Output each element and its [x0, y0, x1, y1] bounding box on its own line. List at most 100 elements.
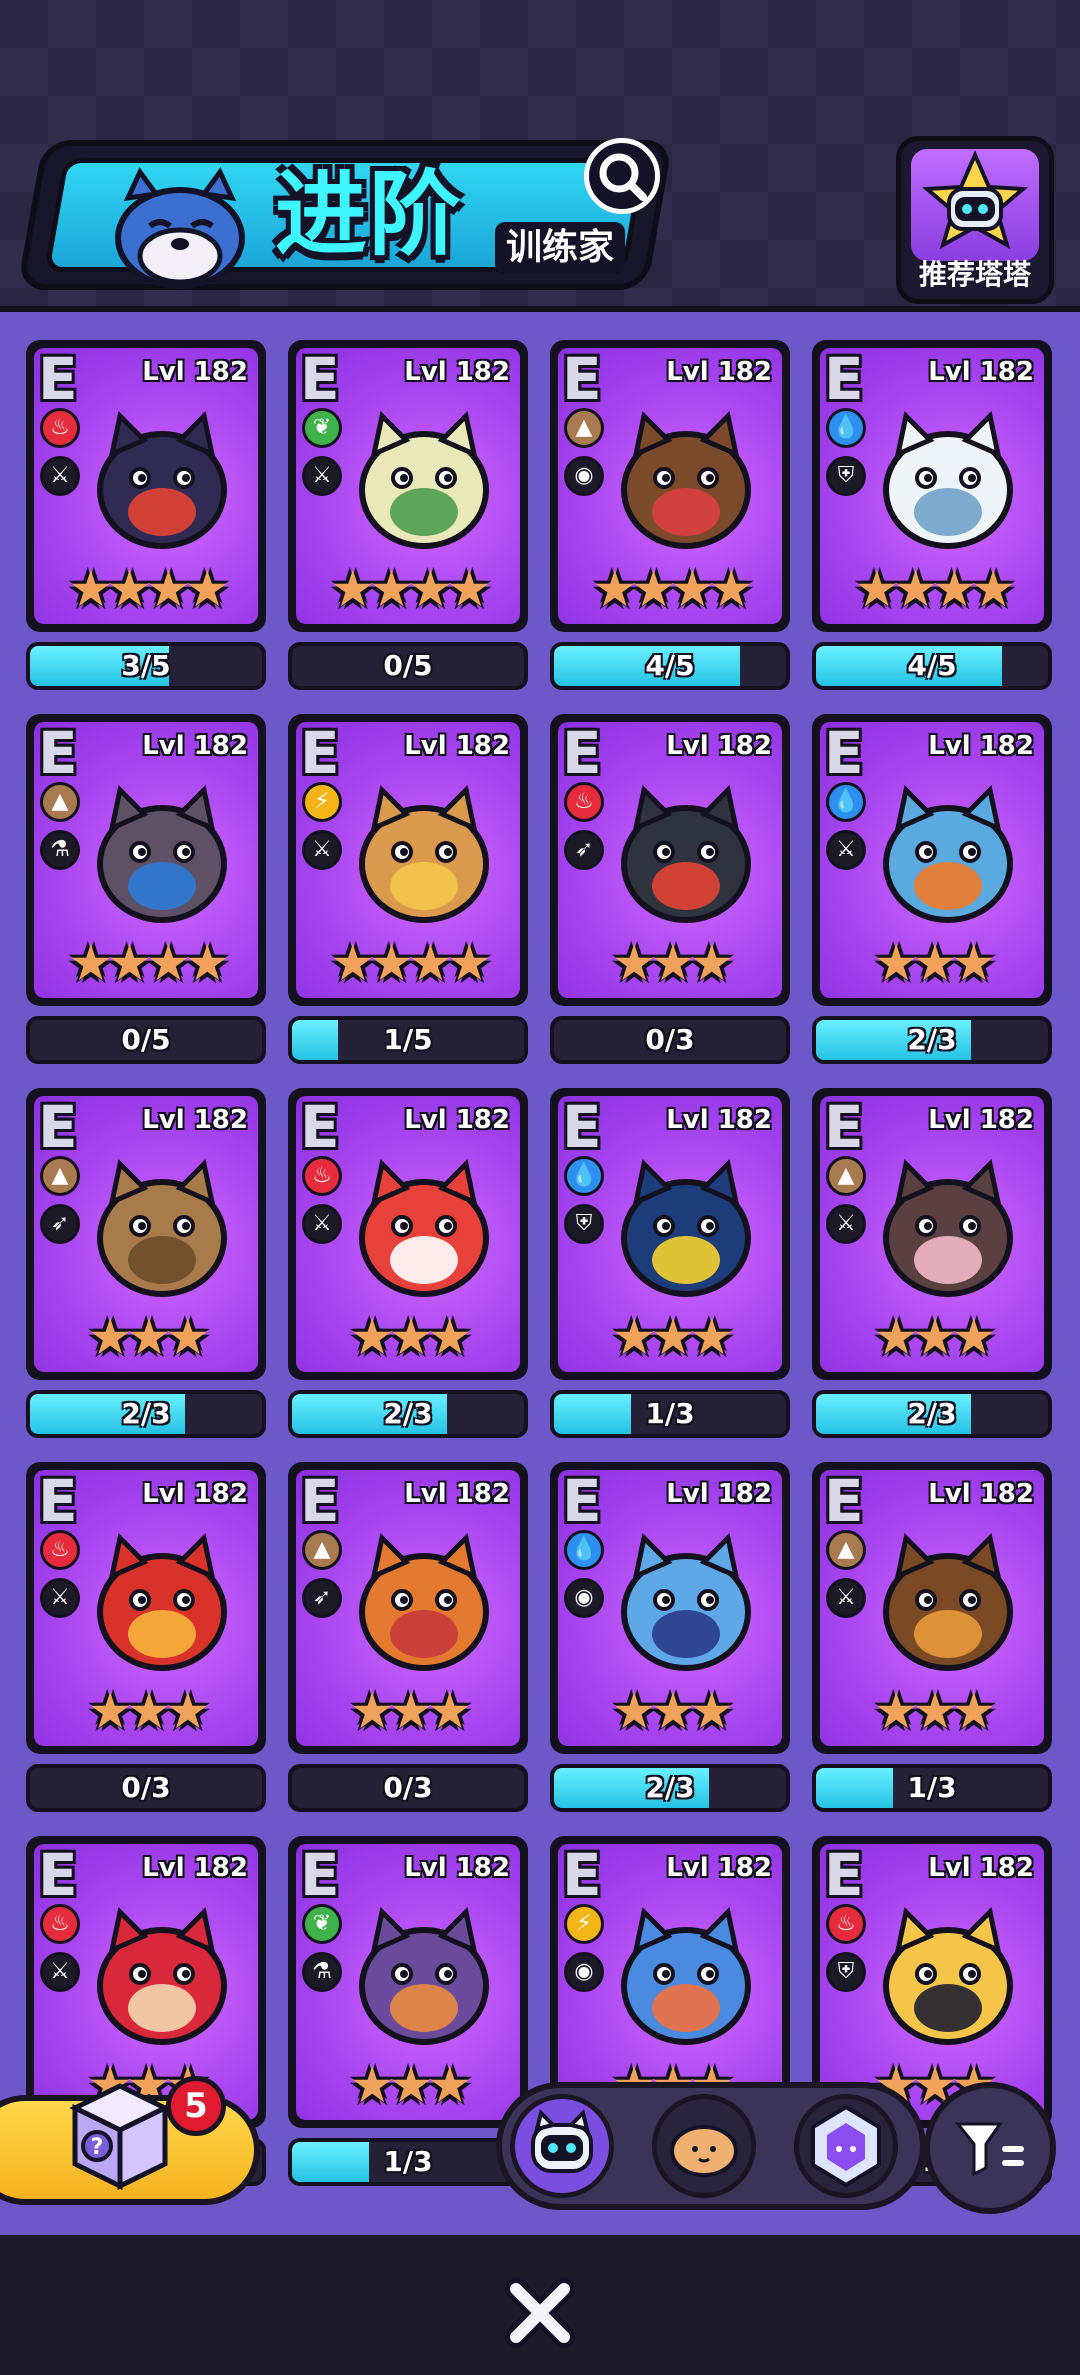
card-frame: E Lvl 182 💧 ⛨ ★★★★ [812, 340, 1052, 632]
creature-card[interactable]: E Lvl 182 💧 ⛨ ★★★★ 4/5 [812, 340, 1052, 690]
card-frame: E Lvl 182 ♨ ⚔ ★★★ [26, 1462, 266, 1754]
creature-card[interactable]: E Lvl 182 ▲ ◉ ★★★★ 4/5 [550, 340, 790, 690]
creature-card[interactable]: E Lvl 182 ❦ ⚔ ★★★★ 0/5 [288, 340, 528, 690]
electric-element-icon: ⚡ [302, 782, 342, 822]
nature-element-icon: ❦ [302, 1904, 342, 1944]
earth-element-icon: ▲ [826, 1156, 866, 1196]
shard-progress-bar: 0/5 [288, 642, 528, 690]
level-label: Lvl 182 [666, 731, 772, 761]
level-label: Lvl 182 [666, 1479, 772, 1509]
shard-progress-bar: 1/3 [288, 2138, 528, 2186]
creature-card[interactable]: E Lvl 182 💧 ◉ ★★★ 2/3 [550, 1462, 790, 1812]
creature-portrait-icon [359, 1906, 489, 2045]
rank-letter: E [562, 1470, 602, 1535]
electric-element-icon: ⚡ [564, 1904, 604, 1944]
star-rating: ★★★ [349, 1308, 472, 1366]
creature-portrait-icon [621, 784, 751, 923]
creature-portrait-icon [97, 410, 227, 549]
creature-card[interactable]: E Lvl 182 ▲ ⚔ ★★★ 1/3 [812, 1462, 1052, 1812]
creature-card[interactable]: E Lvl 182 ⚡ ⚔ ★★★★ 1/5 [288, 714, 528, 1064]
star-rating: ★★★★ [592, 560, 753, 618]
search-button[interactable] [584, 138, 660, 214]
creature-card[interactable]: E Lvl 182 ❦ ⚗ ★★★ 1/3 [288, 1836, 528, 2186]
card-frame: E Lvl 182 💧 ⚔ ★★★ [812, 714, 1052, 1006]
mascot-icon [115, 167, 245, 289]
creature-portrait-icon [359, 784, 489, 923]
tab-food[interactable] [652, 2094, 756, 2198]
creature-portrait-icon [621, 1906, 751, 2045]
close-icon[interactable] [500, 2273, 580, 2353]
creature-portrait-icon [883, 1158, 1013, 1297]
rank-letter: E [300, 348, 340, 413]
creature-card[interactable]: E Lvl 182 ▲ ⚔ ★★★ 2/3 [812, 1088, 1052, 1438]
shard-progress-bar: 4/5 [550, 642, 790, 690]
progress-label: 0/3 [383, 1771, 433, 1804]
creature-portrait-icon [621, 1532, 751, 1671]
melee-role-icon: ⚔ [826, 1204, 866, 1244]
shield-role-icon: ⛨ [826, 1952, 866, 1992]
creature-card[interactable]: E Lvl 182 ♨ ⚔ ★★★ 0/3 [26, 1462, 266, 1812]
creature-card[interactable]: E Lvl 182 ▲ ➶ ★★★ 0/3 [288, 1462, 528, 1812]
progress-label: 4/5 [645, 649, 695, 682]
star-rating: ★★★★ [68, 560, 229, 618]
nature-element-icon: ❦ [302, 408, 342, 448]
creature-card[interactable]: E Lvl 182 ▲ ⚗ ★★★★ 0/5 [26, 714, 266, 1064]
creature-card[interactable]: E Lvl 182 ▲ ➶ ★★★ 2/3 [26, 1088, 266, 1438]
star-cat-icon [921, 150, 1029, 250]
card-frame: E Lvl 182 ❦ ⚔ ★★★★ [288, 340, 528, 632]
rank-letter: E [824, 1470, 864, 1535]
rank-letter: E [562, 1096, 602, 1161]
level-label: Lvl 182 [142, 731, 248, 761]
card-frame: E Lvl 182 ▲ ➶ ★★★ [288, 1462, 528, 1754]
progress-label: 0/3 [121, 1771, 171, 1804]
rank-letter: E [562, 348, 602, 413]
level-label: Lvl 182 [928, 357, 1034, 387]
card-face: E Lvl 182 💧 ⛨ ★★★★ [820, 348, 1044, 624]
card-face: E Lvl 182 ♨ ➶ ★★★ [558, 722, 782, 998]
star-rating: ★★★★ [330, 934, 491, 992]
creature-portrait-icon [883, 1532, 1013, 1671]
rank-letter: E [300, 1844, 340, 1909]
search-icon [599, 153, 647, 201]
rank-letter: E [38, 1096, 78, 1161]
creature-card[interactable]: E Lvl 182 ♨ ⚔ ★★★★ 3/5 [26, 340, 266, 690]
recommend-portrait [911, 149, 1039, 261]
creature-card[interactable]: E Lvl 182 💧 ⛨ ★★★ 1/3 [550, 1088, 790, 1438]
level-label: Lvl 182 [666, 1105, 772, 1135]
tab-badges[interactable] [794, 2094, 898, 2198]
bread-icon [670, 2125, 738, 2177]
rank-letter: E [38, 348, 78, 413]
ranged-role-icon: ➶ [302, 1578, 342, 1618]
rank-letter: E [300, 722, 340, 787]
level-label: Lvl 182 [404, 731, 510, 761]
filter-button[interactable] [924, 2082, 1056, 2214]
star-rating: ★★★ [349, 1682, 472, 1740]
progress-label: 1/3 [907, 1771, 957, 1804]
progress-label: 0/3 [645, 1023, 695, 1056]
level-label: Lvl 182 [142, 1105, 248, 1135]
card-face: ELvl 182⚡◉★★★ [558, 1844, 782, 2120]
recommend-button[interactable]: 推荐塔塔 [896, 136, 1054, 304]
treasure-chest-icon[interactable]: ? [55, 2068, 185, 2198]
shard-progress-bar: 2/3 [550, 1764, 790, 1812]
creature-card[interactable]: E Lvl 182 ♨ ➶ ★★★ 0/3 [550, 714, 790, 1064]
progress-label: 2/3 [645, 1771, 695, 1804]
rank-letter: E [562, 722, 602, 787]
card-frame: E Lvl 182 ♨ ⚔ ★★★★ [26, 340, 266, 632]
star-rating: ★★★ [873, 1308, 996, 1366]
progress-label: 3/5 [121, 649, 171, 682]
tab-creatures[interactable] [510, 2094, 614, 2198]
water-element-icon: 💧 [564, 1156, 604, 1196]
card-frame: E Lvl 182 ▲ ⚔ ★★★ [812, 1088, 1052, 1380]
creature-card[interactable]: E Lvl 182 ♨ ⚔ ★★★ 2/3 [288, 1088, 528, 1438]
level-label: Lvl 182 [928, 1853, 1034, 1883]
shard-progress-bar: 3/5 [26, 642, 266, 690]
progress-label: 2/3 [907, 1023, 957, 1056]
progress-label: 0/5 [121, 1023, 171, 1056]
fire-element-icon: ♨ [40, 1530, 80, 1570]
water-element-icon: 💧 [826, 408, 866, 448]
creature-portrait-icon [883, 410, 1013, 549]
creature-card[interactable]: E Lvl 182 💧 ⚔ ★★★ 2/3 [812, 714, 1052, 1064]
earth-element-icon: ▲ [564, 408, 604, 448]
rank-letter: E [562, 1844, 602, 1909]
